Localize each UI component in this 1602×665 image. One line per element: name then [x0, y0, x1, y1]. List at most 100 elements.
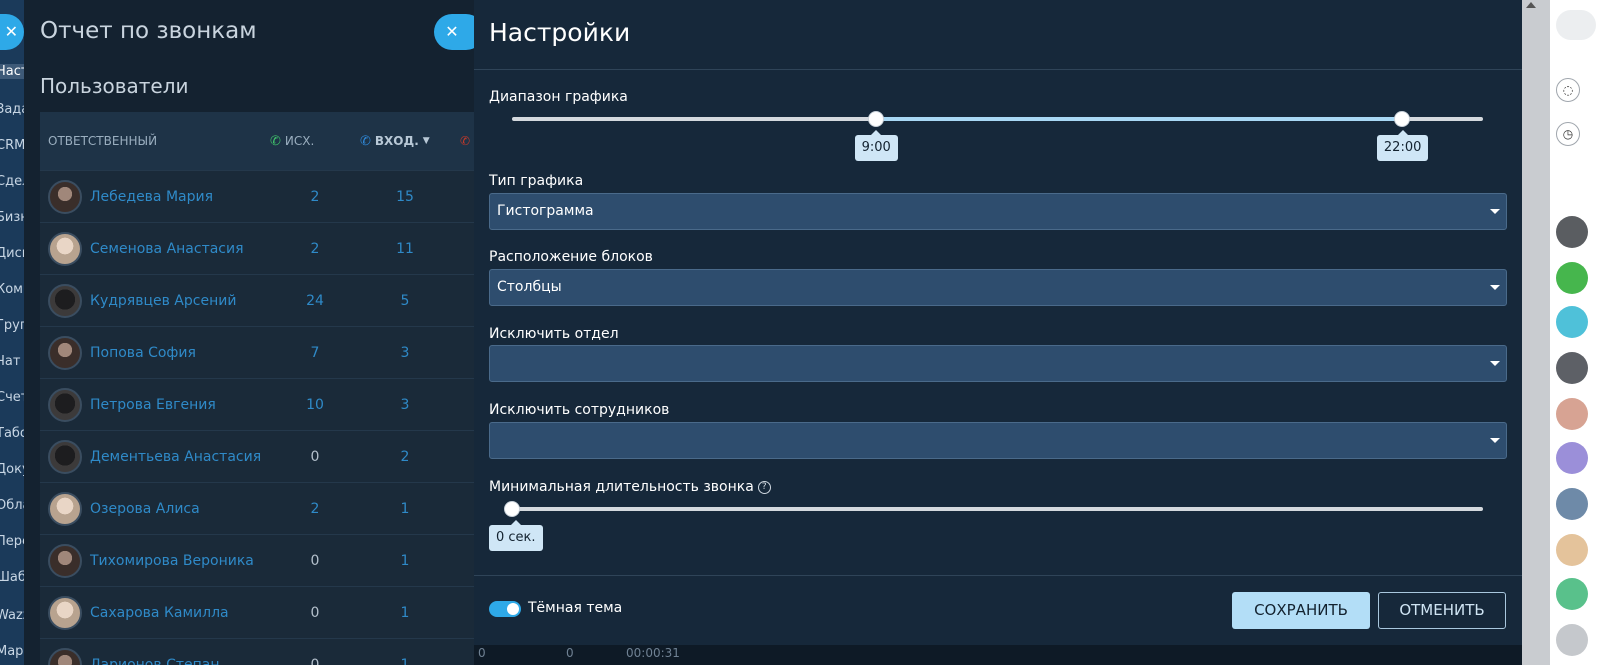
incoming-count[interactable]: 5 [360, 293, 450, 309]
table-row[interactable]: Ларионов Степан 0 1 [40, 638, 480, 665]
incoming-count[interactable]: 1 [360, 657, 450, 665]
save-button[interactable]: СОХРАНИТЬ [1232, 592, 1370, 629]
user-name-link[interactable]: Попова София [82, 345, 270, 361]
user-name-link[interactable]: Лебедева Мария [82, 189, 270, 205]
range-slider-to-handle[interactable] [1394, 111, 1411, 127]
peek-value: 0 [566, 646, 574, 660]
sidebar-item[interactable]: Чат и [0, 354, 24, 369]
close-icon: ✕ [445, 22, 459, 41]
search-box[interactable] [1556, 10, 1596, 40]
avatar[interactable] [1556, 488, 1588, 520]
incoming-count[interactable]: 1 [360, 553, 450, 569]
chevron-down-icon [1490, 438, 1500, 443]
chat-icon[interactable]: ◌ [1556, 78, 1580, 102]
table-row[interactable]: Сахарова Камилла 0 1 [40, 586, 480, 638]
sidebar-item[interactable]: Пере [0, 534, 24, 549]
avatar[interactable] [1556, 578, 1588, 610]
user-name-link[interactable]: Сахарова Камилла [82, 605, 270, 621]
sidebar-item[interactable]: Счет [0, 390, 24, 405]
divider [474, 69, 1522, 70]
outgoing-count: 0 [310, 552, 320, 569]
avatar[interactable] [1556, 534, 1588, 566]
table-row[interactable]: Дементьева Анастасия 0 2 [40, 430, 480, 482]
sidebar-item[interactable]: Сдел [0, 174, 24, 189]
user-name-link[interactable]: Озерова Алиса [82, 501, 270, 517]
avatar[interactable] [1556, 442, 1588, 474]
blocks-layout-select[interactable]: Столбцы [489, 269, 1507, 306]
right-app-strip: ◌ ◷ [1522, 0, 1602, 665]
outgoing-count: 0 [310, 604, 320, 621]
divider [474, 575, 1522, 576]
avatar[interactable] [1556, 262, 1588, 294]
exclude-department-select[interactable] [489, 345, 1507, 382]
incoming-count[interactable]: 11 [360, 241, 450, 257]
column-responsible[interactable]: ОТВЕТСТВЕННЫЙ [40, 134, 270, 148]
avatar[interactable] [1556, 352, 1588, 384]
sidebar-item-settings[interactable]: Наст [0, 64, 24, 79]
sidebar-item[interactable]: Шаб [0, 570, 24, 585]
cancel-button[interactable]: ОТМЕНИТЬ [1378, 592, 1506, 629]
incoming-count[interactable]: 3 [360, 345, 450, 361]
table-row[interactable]: Петрова Евгения 10 3 [40, 378, 480, 430]
avatar[interactable] [1556, 624, 1588, 656]
user-name-link[interactable]: Кудрявцев Арсений [82, 293, 270, 309]
min-duration-slider-handle[interactable] [504, 501, 520, 517]
table-row[interactable]: Кудрявцев Арсений 24 5 [40, 274, 480, 326]
column-outgoing[interactable]: ✆ ИСХ. [270, 134, 360, 149]
outgoing-count[interactable]: 2 [270, 241, 360, 257]
min-duration-tooltip: 0 сек. [489, 520, 543, 551]
sidebar-item[interactable]: Мар [0, 644, 24, 659]
user-name-link[interactable]: Дементьева Анастасия [82, 449, 270, 465]
outgoing-count[interactable]: 2 [270, 501, 360, 517]
sidebar-item[interactable]: Бизн [0, 210, 24, 225]
sidebar-item[interactable]: Груп [0, 318, 24, 333]
sidebar-item[interactable]: Комп [0, 282, 24, 297]
help-icon[interactable]: ? [757, 481, 771, 494]
avatar[interactable] [1556, 216, 1588, 248]
avatar [48, 595, 82, 630]
user-name-link[interactable]: Семенова Анастасия [82, 241, 270, 257]
user-name-link[interactable]: Тихомирова Вероника [82, 553, 270, 569]
dark-theme-label: Тёмная тема [528, 600, 623, 616]
avatar[interactable] [1556, 398, 1588, 430]
range-slider-from-handle[interactable] [868, 111, 885, 127]
user-name-link[interactable]: Петрова Евгения [82, 397, 270, 413]
peek-value: 0 [478, 646, 486, 660]
exclude-employees-label: Исключить сотрудников [489, 402, 670, 418]
column-outgoing-label: ИСХ. [284, 134, 315, 148]
outgoing-count[interactable]: 10 [270, 397, 360, 413]
table-row[interactable]: Тихомирова Вероника 0 1 [40, 534, 480, 586]
table-row[interactable]: Озерова Алиса 2 1 [40, 482, 480, 534]
outgoing-count[interactable]: 24 [270, 293, 360, 309]
sidebar-item[interactable]: Доку [0, 462, 24, 477]
incoming-count[interactable]: 3 [360, 397, 450, 413]
incoming-count[interactable]: 1 [360, 501, 450, 517]
sidebar-close-button[interactable]: ✕ [0, 14, 24, 50]
sidebar-item[interactable]: Обла [0, 498, 24, 513]
scrollbar[interactable] [1522, 0, 1550, 665]
sidebar-item[interactable]: CRM [0, 138, 24, 153]
exclude-employees-select[interactable] [489, 422, 1507, 459]
sidebar-item[interactable]: Зада [0, 102, 24, 117]
incoming-count[interactable]: 15 [360, 189, 450, 205]
user-name-link[interactable]: Ларионов Степан [82, 657, 270, 665]
sidebar-item[interactable]: Диск [0, 246, 24, 261]
sidebar-item[interactable]: Табо [0, 426, 24, 441]
outgoing-count[interactable]: 2 [270, 189, 360, 205]
background-table-peek: 0 0 00:00:31 [474, 645, 1522, 665]
outgoing-count[interactable]: 7 [270, 345, 360, 361]
avatar[interactable] [1556, 306, 1588, 338]
incoming-count[interactable]: 2 [360, 449, 450, 465]
column-incoming[interactable]: ✆ ВХОД. ▼ [360, 134, 460, 149]
chart-type-select[interactable]: Гистограмма [489, 193, 1507, 230]
incoming-count[interactable]: 1 [360, 605, 450, 621]
table-row[interactable]: Лебедева Мария 2 15 [40, 170, 480, 222]
clock-icon[interactable]: ◷ [1556, 122, 1580, 146]
settings-panel: Настройки Диапазон графика 9:00 22:00 Ти… [474, 0, 1522, 665]
dark-theme-toggle[interactable] [489, 601, 521, 617]
table-row[interactable]: Попова София 7 3 [40, 326, 480, 378]
sidebar-item[interactable]: Wazz [0, 608, 24, 623]
range-slider-fill [876, 117, 1403, 121]
min-duration-slider-track[interactable] [512, 507, 1483, 511]
table-row[interactable]: Семенова Анастасия 2 11 [40, 222, 480, 274]
